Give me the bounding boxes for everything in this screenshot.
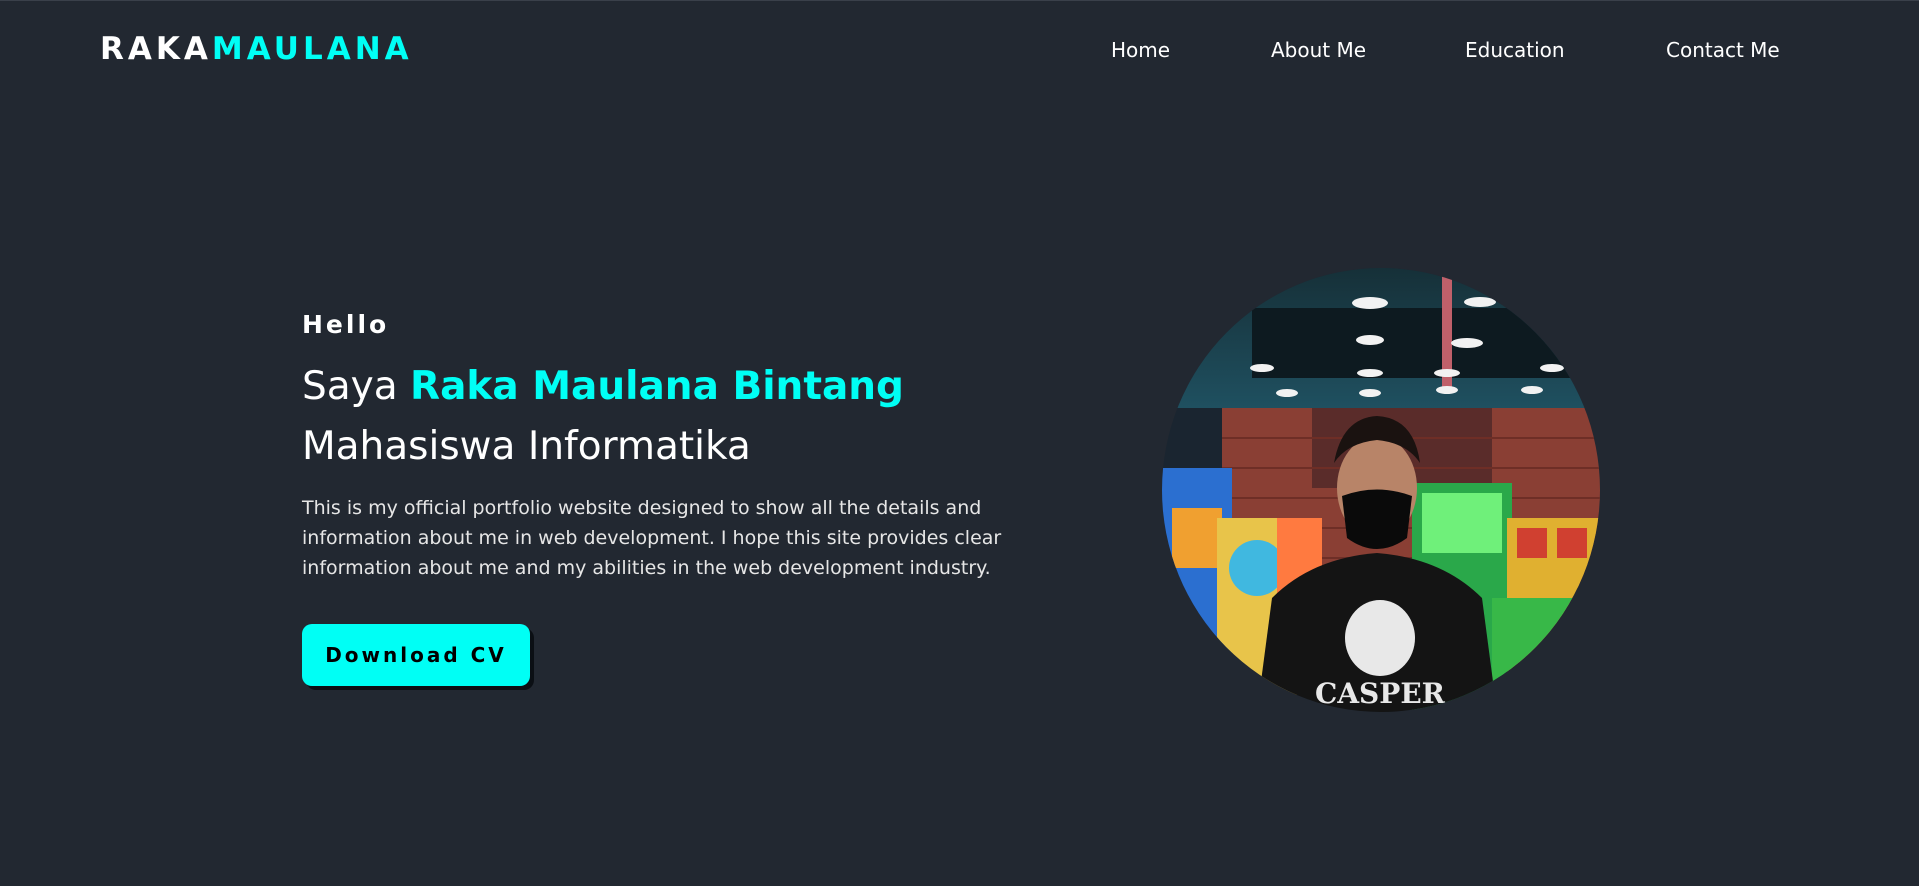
nav-home[interactable]: Home <box>1111 36 1170 64</box>
headline-name: Raka Maulana Bintang <box>410 364 904 409</box>
face-mask <box>1342 489 1412 549</box>
hoodie-text: CASPER <box>1315 677 1446 710</box>
nav-about-me[interactable]: About Me <box>1271 36 1366 64</box>
nav-education[interactable]: Education <box>1465 36 1565 64</box>
site-logo[interactable]: RAKAMAULANA <box>100 30 413 68</box>
hoodie-graphic <box>1345 600 1415 676</box>
download-cv-button[interactable]: Download CV <box>302 624 530 686</box>
headline-line-2: Mahasiswa Informatika <box>302 424 751 469</box>
profile-photo: CASPER <box>1162 268 1600 712</box>
headline-prefix: Saya <box>302 364 398 409</box>
hero-description: This is my official portfolio website de… <box>302 497 1002 579</box>
greeting: Hello <box>302 310 390 339</box>
logo-second-word: MAULANA <box>211 31 413 67</box>
headline-line-1: Saya Raka Maulana Bintang <box>302 357 904 417</box>
site-header: RAKAMAULANA Home About Me Education Cont… <box>0 0 1919 100</box>
nav-contact-me[interactable]: Contact Me <box>1666 36 1780 64</box>
profile-photo-illustration: CASPER <box>1162 268 1600 712</box>
logo-first-word: RAKA <box>100 31 212 67</box>
hero-headline: Saya Raka Maulana Bintang Mahasiswa Info… <box>302 357 904 477</box>
